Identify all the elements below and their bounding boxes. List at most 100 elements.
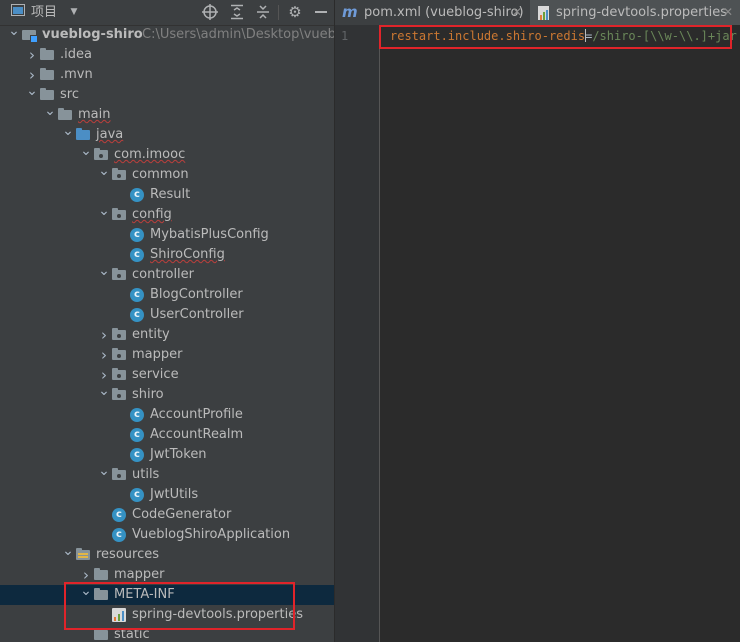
line-number: 1 — [341, 29, 349, 43]
tree-row-java[interactable]: ⌄ java — [0, 123, 334, 145]
tree-row-codegenerator[interactable]: c CodeGenerator — [0, 505, 334, 525]
tree-item-label: AccountRealm — [150, 427, 244, 442]
folder-icon — [40, 88, 54, 102]
tree-row-usercontroller[interactable]: c UserController — [0, 305, 334, 325]
tree-row-main[interactable]: ⌄ main — [0, 103, 334, 125]
properties-file-icon — [538, 5, 551, 20]
project-tree: ⌄ vueblog-shiro C:\Users\admin\Desktop\vue… — [0, 23, 334, 642]
chevron-down-icon[interactable]: ⌄ — [98, 461, 110, 481]
chevron-down-icon[interactable]: ⌄ — [98, 381, 110, 401]
tree-item-label: BlogController — [150, 287, 243, 302]
close-icon[interactable]: ✕ — [512, 0, 522, 25]
maven-icon: m — [342, 3, 358, 21]
collapse-all-icon[interactable] — [255, 4, 271, 20]
tree-row-result[interactable]: c Result — [0, 185, 334, 205]
tree-row-vueblogshiroapplication[interactable]: c VueblogShiroApplication — [0, 525, 334, 545]
folder-icon — [94, 568, 108, 582]
java-class-icon: c — [130, 228, 144, 242]
tree-item-label: java — [96, 127, 124, 142]
chevron-down-icon[interactable]: ⌄ — [44, 101, 56, 121]
close-icon[interactable]: ✕ — [723, 0, 733, 25]
chevron-down-icon[interactable]: ⌄ — [8, 21, 20, 41]
chevron-down-icon[interactable]: ⌄ — [62, 121, 74, 141]
chevron-right-icon[interactable]: › — [98, 345, 110, 365]
tree-item-label: AccountProfile — [150, 407, 243, 422]
tree-row-service[interactable]: › service — [0, 365, 334, 385]
chevron-down-icon[interactable]: ⌄ — [62, 541, 74, 561]
tree-row-mapper[interactable]: › mapper — [0, 345, 334, 365]
java-class-icon: c — [130, 308, 144, 322]
chevron-right-icon[interactable]: › — [98, 325, 110, 345]
package-icon — [112, 268, 126, 282]
hide-panel-icon[interactable] — [313, 4, 329, 20]
tree-item-label: utils — [132, 467, 160, 482]
project-view-icon[interactable] — [10, 4, 26, 20]
tree-row-utils[interactable]: ⌄ utils — [0, 463, 334, 485]
tree-row-entity[interactable]: › entity — [0, 325, 334, 345]
java-class-icon: c — [112, 528, 126, 542]
line-number-gutter: 1 — [335, 25, 380, 642]
java-class-icon: c — [112, 508, 126, 522]
tree-item-label: .idea — [60, 47, 92, 62]
project-tool-window: 项目 ▼ ⚙ ⌄ vueblog-shiro C:\Users\admin\Desk… — [0, 0, 334, 642]
package-icon — [112, 388, 126, 402]
highlight-box-code-line — [379, 25, 732, 49]
tree-item-label: entity — [132, 327, 170, 342]
tree-row-blogcontroller[interactable]: c BlogController — [0, 285, 334, 305]
source-folder-icon — [76, 128, 90, 142]
tree-row--mvn[interactable]: › .mvn — [0, 65, 334, 85]
java-class-icon: c — [130, 428, 144, 442]
chevron-down-icon[interactable]: ⌄ — [80, 141, 92, 161]
tree-item-label: main — [78, 107, 111, 122]
tree-item-label: JwtUtils — [150, 487, 199, 502]
package-icon — [94, 148, 108, 162]
tree-row-mybatisplusconfig[interactable]: c MybatisPlusConfig — [0, 225, 334, 245]
tree-row-common[interactable]: ⌄ common — [0, 163, 334, 185]
java-class-icon: c — [130, 448, 144, 462]
tree-row-controller[interactable]: ⌄ controller — [0, 263, 334, 285]
tree-item-label: mapper — [132, 347, 183, 362]
chevron-down-icon[interactable]: ⌄ — [98, 161, 110, 181]
tree-row-jwttoken[interactable]: c JwtToken — [0, 445, 334, 465]
tree-item-label: MybatisPlusConfig — [150, 227, 269, 242]
tree-item-label: resources — [96, 547, 160, 562]
package-icon — [112, 168, 126, 182]
tree-item-label: UserController — [150, 307, 244, 322]
resources-folder-icon — [76, 548, 90, 562]
tree-row-accountrealm[interactable]: c AccountRealm — [0, 425, 334, 445]
java-class-icon: c — [130, 288, 144, 302]
package-icon — [112, 348, 126, 362]
module-path: C:\Users\admin\Desktop\vueblog- — [142, 27, 334, 42]
dropdown-arrow-icon[interactable]: ▼ — [66, 4, 82, 20]
tree-item-label: Result — [150, 187, 191, 202]
editor-tab-bar: m pom.xml (vueblog-shiro) ✕ spring-devto… — [335, 0, 740, 26]
tree-row--idea[interactable]: › .idea — [0, 45, 334, 65]
tree-item-label: ShiroConfig — [150, 247, 225, 262]
tree-row-resources[interactable]: ⌄ resources — [0, 543, 334, 565]
chevron-down-icon[interactable]: ⌄ — [26, 81, 38, 101]
chevron-right-icon[interactable]: › — [26, 45, 38, 65]
chevron-down-icon[interactable]: ⌄ — [98, 201, 110, 221]
tree-row-shiro[interactable]: ⌄ shiro — [0, 383, 334, 405]
tree-item-label: common — [132, 167, 189, 182]
tree-row-com-imooc[interactable]: ⌄ com.imooc — [0, 143, 334, 165]
tab-spring-devtools-properties[interactable]: spring-devtools.properties ✕ — [530, 0, 740, 25]
settings-gear-icon[interactable]: ⚙ — [287, 4, 303, 20]
tree-row-shiroconfig[interactable]: c ShiroConfig — [0, 245, 334, 265]
project-view-label[interactable]: 项目 — [31, 0, 57, 25]
highlight-box-meta-inf — [64, 582, 295, 630]
tree-item-label: vueblog-shiro — [42, 27, 143, 42]
tree-row-vueblog-shiro[interactable]: ⌄ vueblog-shiro C:\Users\admin\Desktop\vue… — [0, 23, 334, 45]
code-text-area[interactable]: restart.include.shiro-redis=/shiro-[\\w-… — [380, 25, 740, 642]
tree-row-jwtutils[interactable]: c JwtUtils — [0, 485, 334, 505]
tree-row-accountprofile[interactable]: c AccountProfile — [0, 405, 334, 425]
tree-row-config[interactable]: ⌄ config — [0, 203, 334, 225]
tree-item-label: .mvn — [60, 67, 93, 82]
package-icon — [112, 328, 126, 342]
chevron-down-icon[interactable]: ⌄ — [98, 261, 110, 281]
tree-item-label: src — [60, 87, 79, 102]
locate-icon[interactable] — [202, 4, 218, 20]
tab-pom-xml[interactable]: m pom.xml (vueblog-shiro) ✕ — [335, 0, 528, 25]
expand-all-icon[interactable] — [229, 4, 245, 20]
editor-area: m pom.xml (vueblog-shiro) ✕ spring-devto… — [335, 0, 740, 642]
